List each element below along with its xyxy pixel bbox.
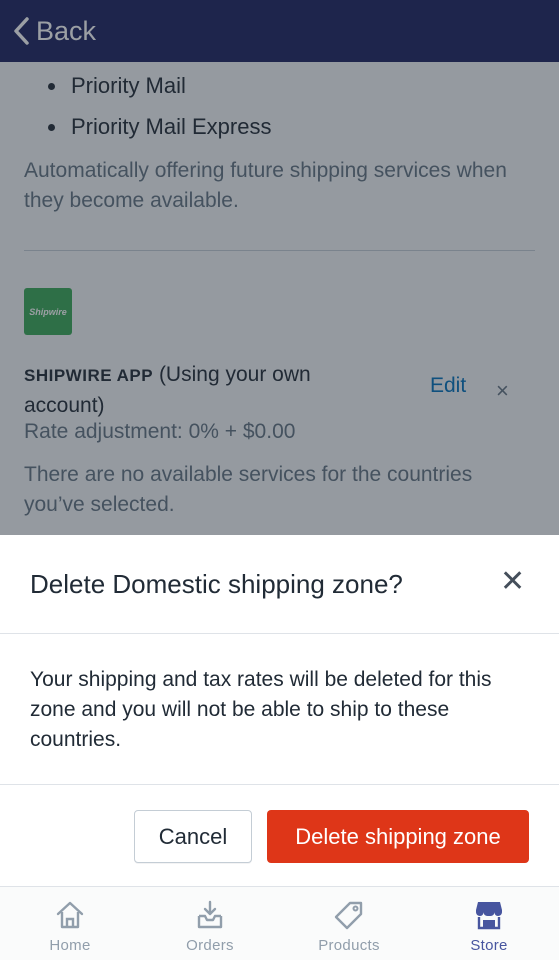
tab-orders[interactable]: Orders [140,887,280,960]
store-icon [476,902,502,930]
cancel-button[interactable]: Cancel [134,810,252,863]
tab-label: Store [470,937,508,954]
orders-icon [197,900,223,929]
delete-shipping-zone-button[interactable]: Delete shipping zone [267,810,529,863]
tab-bar: Home Orders Products Store [0,886,559,960]
modal-header: Delete Domestic shipping zone? ✕ [0,535,559,634]
modal-footer: Cancel Delete shipping zone [0,784,559,886]
tag-icon [334,901,363,930]
delete-zone-modal: Delete Domestic shipping zone? ✕ Your sh… [0,535,559,886]
tab-home[interactable]: Home [0,887,140,960]
modal-backdrop[interactable] [0,0,559,535]
close-icon[interactable]: ✕ [500,567,525,597]
tab-label: Products [318,937,380,954]
tab-products[interactable]: Products [279,887,419,960]
modal-body-text: Your shipping and tax rates will be dele… [30,668,492,751]
home-icon [56,901,84,929]
modal-title: Delete Domestic shipping zone? [30,569,403,599]
tab-label: Home [49,937,91,954]
tab-label: Orders [186,937,234,954]
tab-store[interactable]: Store [419,887,559,960]
